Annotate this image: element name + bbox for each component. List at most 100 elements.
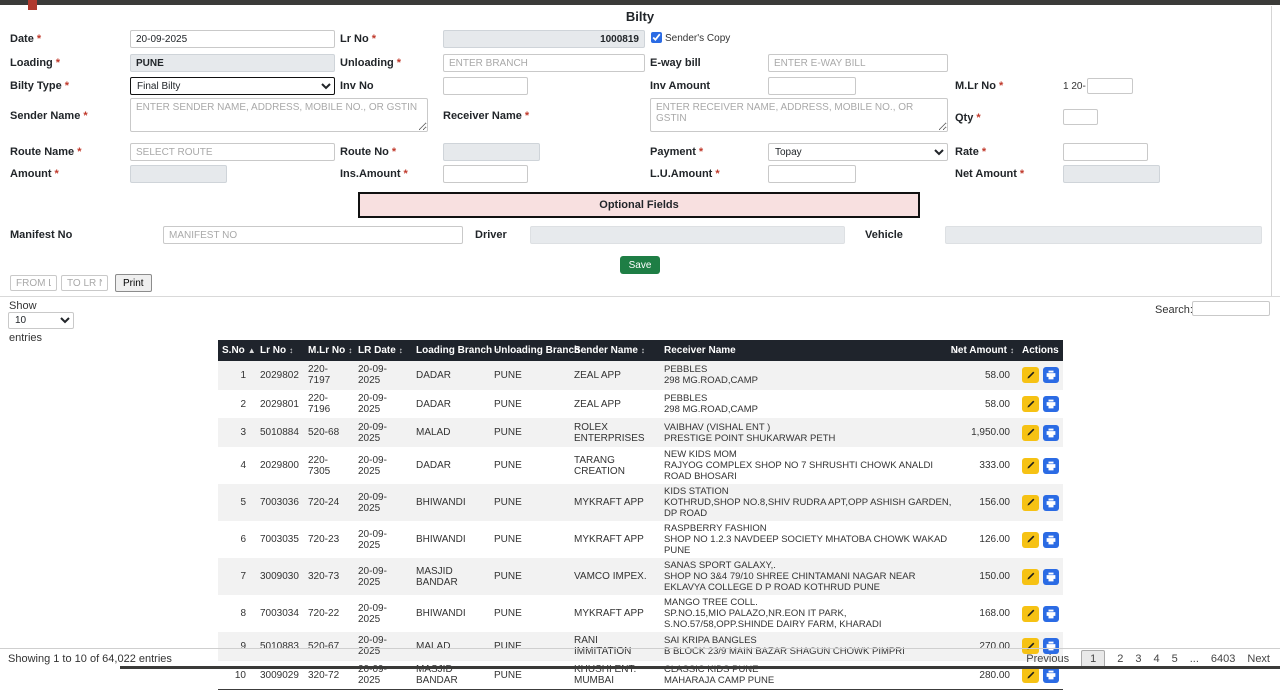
- table-row[interactable]: 5 7003036 720-24 20-09-2025 BHIWANDI PUN…: [218, 484, 1063, 521]
- mlr-no-input[interactable]: [1087, 78, 1133, 94]
- route-no-input: [443, 143, 540, 161]
- header-lr-date[interactable]: LR Date↕: [354, 345, 412, 356]
- sort-icon[interactable]: ↕: [289, 346, 293, 355]
- edit-button[interactable]: [1022, 532, 1039, 548]
- inv-amount-input[interactable]: [768, 77, 856, 95]
- cell-lr-no: 7003036: [256, 495, 304, 510]
- edit-button[interactable]: [1022, 569, 1039, 585]
- date-input[interactable]: [130, 30, 335, 48]
- sort-icon[interactable]: ↕: [641, 346, 645, 355]
- unloading-label: Unloading*: [340, 57, 401, 69]
- unloading-input[interactable]: [443, 54, 645, 72]
- payment-select[interactable]: Topay: [768, 143, 948, 161]
- pagination-page-2[interactable]: 2: [1117, 653, 1123, 665]
- table-row[interactable]: 6 7003035 720-23 20-09-2025 BHIWANDI PUN…: [218, 521, 1063, 558]
- header-mlr-no[interactable]: M.Lr No↕: [304, 345, 354, 356]
- sender-name-textarea[interactable]: [130, 98, 428, 132]
- edit-button[interactable]: [1022, 425, 1039, 441]
- cell-unloading-branch: PUNE: [490, 606, 570, 621]
- bilty-type-select[interactable]: Final Bilty: [130, 77, 335, 95]
- print-button[interactable]: [1043, 367, 1060, 383]
- pagination-next[interactable]: Next: [1247, 653, 1270, 665]
- print-button[interactable]: [1043, 425, 1060, 441]
- optional-fields-bar[interactable]: Optional Fields: [358, 192, 920, 218]
- save-button[interactable]: Save: [620, 256, 660, 274]
- sort-icon[interactable]: ▲: [248, 346, 256, 355]
- sort-icon[interactable]: ↕: [952, 346, 956, 355]
- print-icon: [1046, 609, 1056, 619]
- print-button[interactable]: [1043, 606, 1060, 622]
- search-input[interactable]: [1192, 301, 1270, 316]
- print-button[interactable]: [1043, 458, 1060, 474]
- cell-sender-name: MYKRAFT APP: [570, 495, 660, 510]
- edit-button[interactable]: [1022, 367, 1039, 383]
- header-loading-branch[interactable]: Loading Branch↕: [412, 345, 490, 356]
- edit-button[interactable]: [1022, 396, 1039, 412]
- eway-bill-input[interactable]: [768, 54, 948, 72]
- from-lr-input[interactable]: [10, 275, 57, 291]
- header-lr-no[interactable]: Lr No↕: [256, 345, 304, 356]
- table-row[interactable]: 7 3009030 320-73 20-09-2025 MASJID BANDA…: [218, 558, 1063, 595]
- sender-line-1: ROLEX ENTERPRISES: [574, 422, 656, 444]
- senders-copy-checkbox[interactable]: [651, 32, 662, 43]
- header-label: Lr No: [260, 345, 286, 356]
- pagination-page-4[interactable]: 4: [1153, 653, 1159, 665]
- rate-input[interactable]: [1063, 143, 1148, 161]
- required-marker: *: [1020, 168, 1024, 180]
- pagination-page-3[interactable]: 3: [1135, 653, 1141, 665]
- header-label: Loading Branch: [416, 345, 492, 356]
- header-unloading-branch[interactable]: Unloading Branch↕: [490, 345, 570, 356]
- header-actions: Actions: [1018, 345, 1063, 356]
- pagination-page-5[interactable]: 5: [1172, 653, 1178, 665]
- lu-amount-input[interactable]: [768, 165, 856, 183]
- manifest-no-input[interactable]: [163, 226, 463, 244]
- edit-button[interactable]: [1022, 667, 1039, 683]
- table-row[interactable]: 1 2029802 220-7197 20-09-2025 DADAR PUNE…: [218, 361, 1063, 390]
- sort-icon[interactable]: ↕: [399, 346, 403, 355]
- table-row[interactable]: 4 2029800 220-7305 20-09-2025 DADAR PUNE…: [218, 447, 1063, 484]
- inv-no-input[interactable]: [443, 77, 528, 95]
- header-receiver-name[interactable]: Receiver Name↕: [660, 345, 960, 356]
- print-button[interactable]: [1043, 396, 1060, 412]
- print-button[interactable]: [1043, 495, 1060, 511]
- edit-button[interactable]: [1022, 495, 1039, 511]
- receiver-name-textarea[interactable]: [650, 98, 948, 132]
- print-button[interactable]: [1043, 569, 1060, 585]
- print-range-button[interactable]: Print: [115, 274, 152, 292]
- cell-lr-date: 20-09-2025: [354, 527, 412, 553]
- page-size-select[interactable]: 10: [8, 312, 74, 329]
- table-row[interactable]: 9 5010883 520-67 20-09-2025 MALAD PUNE R…: [218, 632, 1063, 661]
- senders-copy-label: Sender's Copy: [665, 33, 730, 44]
- print-button[interactable]: [1043, 667, 1060, 683]
- pagination-page-last[interactable]: 6403: [1211, 653, 1235, 665]
- edit-button[interactable]: [1022, 458, 1039, 474]
- sort-icon[interactable]: ↕: [348, 346, 352, 355]
- route-name-input[interactable]: [130, 143, 335, 161]
- pagination-previous[interactable]: Previous: [1026, 653, 1069, 665]
- sort-icon[interactable]: ↕: [1010, 346, 1014, 355]
- required-marker: *: [404, 168, 408, 180]
- driver-input: [530, 226, 845, 244]
- ins-amount-input[interactable]: [443, 165, 528, 183]
- print-button[interactable]: [1043, 532, 1060, 548]
- lr-no-input: [443, 30, 645, 48]
- cell-lr-date: 20-09-2025: [354, 601, 412, 627]
- cell-mlr-no: 720-24: [304, 495, 354, 510]
- print-icon: [1046, 498, 1056, 508]
- table-row[interactable]: 3 5010884 520-68 20-09-2025 MALAD PUNE R…: [218, 418, 1063, 447]
- required-marker: *: [397, 57, 401, 69]
- qty-input[interactable]: [1063, 109, 1098, 125]
- required-marker: *: [56, 57, 60, 69]
- edit-button[interactable]: [1022, 606, 1039, 622]
- header-sno[interactable]: S.No▲: [218, 345, 256, 356]
- cell-net-amount: 270.00: [960, 639, 1018, 654]
- bilty-type-label-text: Bilty Type: [10, 80, 62, 92]
- table-row[interactable]: 8 7003034 720-22 20-09-2025 BHIWANDI PUN…: [218, 595, 1063, 632]
- cell-lr-date: 20-09-2025: [354, 564, 412, 590]
- sort-icon[interactable]: ↕: [495, 346, 499, 355]
- sort-icon[interactable]: ↕: [583, 346, 587, 355]
- to-lr-input[interactable]: [61, 275, 108, 291]
- scrollbar[interactable]: [1271, 6, 1272, 296]
- table-row[interactable]: 2 2029801 220-7196 20-09-2025 DADAR PUNE…: [218, 390, 1063, 419]
- header-net-amount[interactable]: Net Amount↕: [960, 345, 1018, 356]
